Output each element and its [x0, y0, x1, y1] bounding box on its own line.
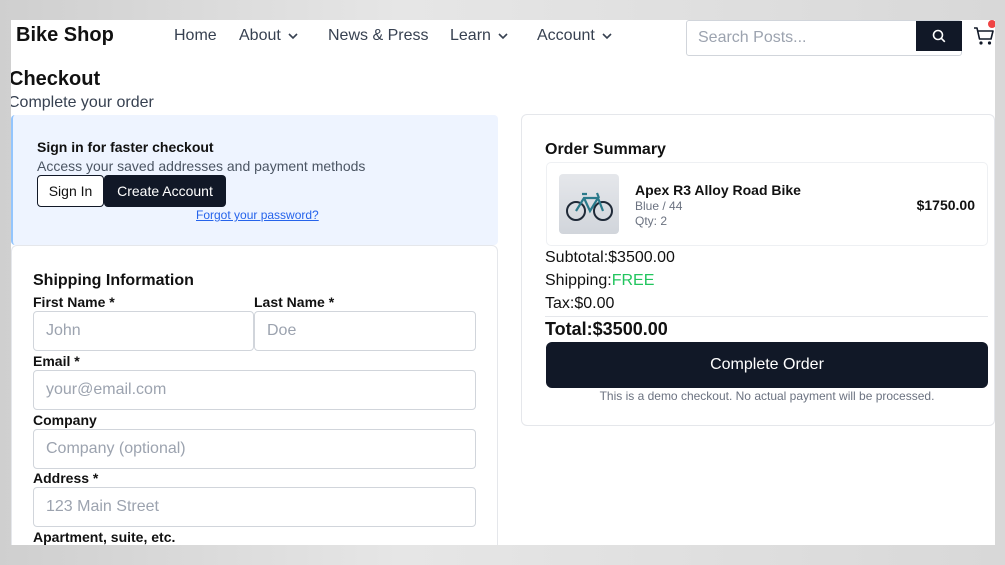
total-value: $3500.00: [592, 319, 668, 339]
top-nav: Bike Shop Home About News & Press Learn …: [11, 20, 995, 56]
shipping-title: Shipping Information: [33, 272, 194, 289]
tax-value: $0.00: [574, 295, 615, 312]
email-label: Email *: [33, 353, 80, 369]
nav-home-label: Home: [174, 27, 217, 44]
shipping-value: FREE: [611, 272, 655, 289]
item-quantity: Qty: 2: [635, 214, 668, 228]
order-summary: Order Summary Apex R3 Alloy Road Bike Bl…: [521, 114, 995, 426]
create-account-button[interactable]: Create Account: [104, 175, 226, 207]
last-name-label: Last Name *: [254, 294, 335, 310]
search-box: [686, 20, 962, 56]
search-button[interactable]: [916, 21, 962, 51]
brand-logo[interactable]: Bike Shop: [16, 24, 114, 47]
company-field[interactable]: [33, 429, 476, 469]
last-name-field[interactable]: [254, 311, 476, 351]
total-row: Total:$3500.00: [545, 319, 668, 340]
item-price: $1750.00: [916, 197, 975, 213]
subtotal-value: $3500.00: [608, 249, 675, 266]
signin-title: Sign in for faster checkout: [37, 139, 214, 155]
subtotal-label: Subtotal:: [545, 249, 609, 266]
signin-description: Access your saved addresses and payment …: [37, 158, 366, 174]
nav-learn[interactable]: Learn: [450, 27, 509, 45]
nav-account[interactable]: Account: [537, 27, 613, 45]
total-label: Total:: [545, 319, 593, 339]
signin-panel: Sign in for faster checkout Access your …: [11, 115, 498, 245]
checkout-page: Bike Shop Home About News & Press Learn …: [11, 20, 995, 545]
address-field[interactable]: [33, 487, 476, 527]
nav-news-label: News & Press: [328, 27, 429, 44]
search-input[interactable]: [687, 21, 916, 55]
nav-about-label: About: [239, 27, 281, 44]
chevron-down-icon: [498, 33, 508, 40]
item-variant: Blue / 44: [635, 199, 683, 213]
tax-label: Tax:: [545, 295, 575, 312]
shipping-row: Shipping:FREE: [545, 272, 654, 290]
address-label: Address *: [33, 470, 99, 486]
shipping-label: Shipping:: [545, 272, 612, 289]
email-field[interactable]: [33, 370, 476, 410]
demo-note: This is a demo checkout. No actual payme…: [599, 389, 935, 403]
summary-divider: [545, 316, 988, 317]
item-name: Apex R3 Alloy Road Bike: [635, 182, 801, 198]
chevron-down-icon: [288, 33, 298, 40]
forgot-password-link[interactable]: Forgot your password?: [196, 208, 319, 222]
shipping-form: Shipping Information First Name * Last N…: [11, 245, 498, 545]
bike-icon: [566, 192, 613, 221]
nav-learn-label: Learn: [450, 27, 491, 44]
cart-badge: [988, 20, 995, 28]
nav-home[interactable]: Home: [174, 27, 217, 45]
nav-news[interactable]: News & Press: [328, 27, 428, 45]
tax-row: Tax:$0.00: [545, 295, 614, 313]
sign-in-button[interactable]: Sign In: [37, 175, 104, 207]
company-label: Company: [33, 412, 97, 428]
order-summary-title: Order Summary: [545, 141, 666, 158]
first-name-field[interactable]: [33, 311, 254, 351]
product-thumbnail: [559, 174, 619, 234]
complete-order-button[interactable]: Complete Order: [546, 342, 988, 388]
subtotal-row: Subtotal:$3500.00: [545, 249, 675, 267]
apartment-label: Apartment, suite, etc.: [33, 529, 176, 545]
order-item: Apex R3 Alloy Road Bike Blue / 44 Qty: 2…: [546, 162, 988, 246]
page-subtitle: Complete your order: [11, 94, 154, 111]
search-icon: [932, 29, 946, 43]
first-name-label: First Name *: [33, 294, 115, 310]
nav-account-label: Account: [537, 27, 595, 44]
nav-about[interactable]: About: [239, 27, 299, 45]
chevron-down-icon: [602, 33, 612, 40]
page-title: Checkout: [11, 68, 101, 90]
